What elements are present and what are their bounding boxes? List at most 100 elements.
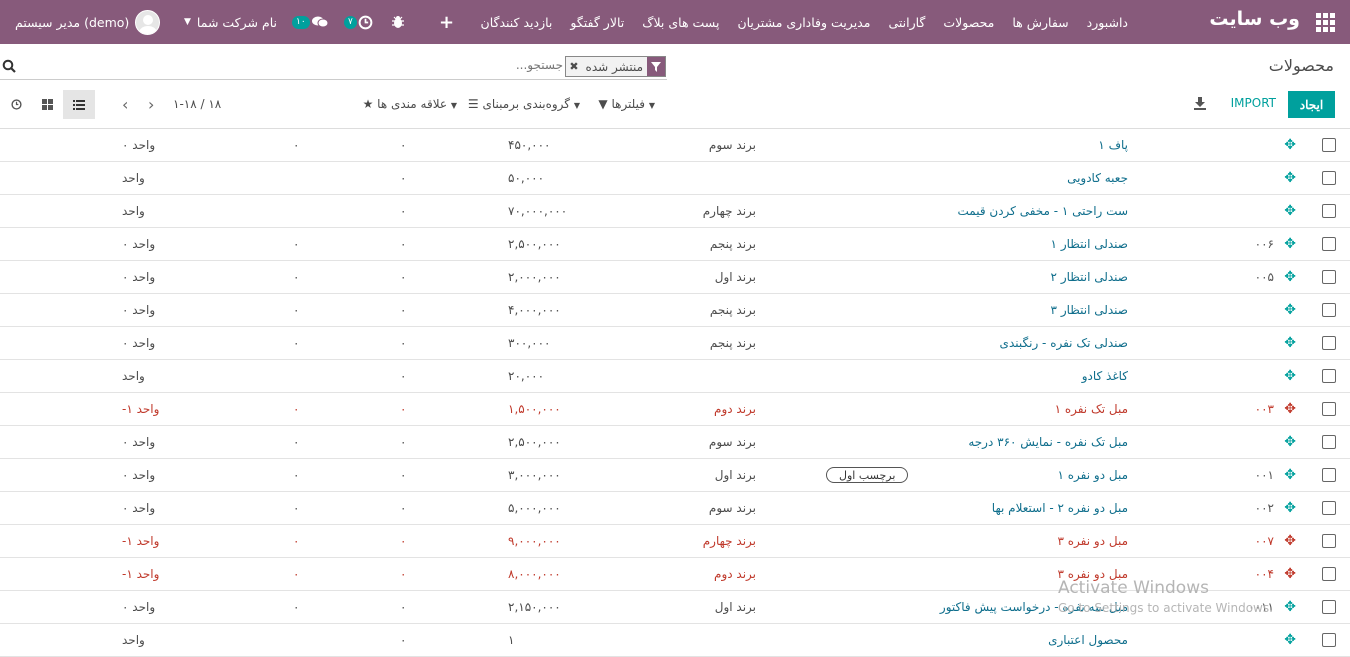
remove-facet-icon[interactable]: ✖ [566, 57, 582, 76]
drag-handle-icon[interactable]: ✥ [1284, 294, 1296, 326]
forecast-quantity: ۰ واحد [122, 270, 156, 284]
search-input[interactable] [423, 58, 563, 72]
pager-value[interactable]: ۱-۱۸ / ۱۸ [173, 97, 221, 111]
table-row[interactable]: ✥ مبل تک نفره - نمایش ۳۶۰ درجه برند سوم ۲,۵… [0, 426, 1350, 459]
drag-handle-icon[interactable]: ✥ [1284, 228, 1296, 260]
app-brand[interactable]: وب سایت [1209, 8, 1300, 30]
menu-item-forum[interactable]: تالار گفتگو [561, 15, 633, 30]
favorites-dropdown[interactable]: ★ علاقه مندی ها ▼ [363, 97, 460, 111]
drag-handle-icon[interactable]: ✥ [1284, 129, 1296, 161]
quantity-on-hand: ۰ [293, 468, 300, 482]
user-menu[interactable]: مدیر سیستم (demo) [15, 0, 161, 44]
row-checkbox[interactable] [1322, 369, 1336, 383]
apps-menu-icon[interactable] [1314, 11, 1336, 33]
quantity-on-hand: ۰ [293, 567, 300, 581]
table-row[interactable]: ✥ محصول اعتباری ۱ ۰ واحد [0, 624, 1350, 657]
product-brand: برند سوم [708, 501, 756, 515]
cost: ۰ [400, 270, 407, 284]
drag-handle-icon[interactable]: ✥ [1284, 624, 1296, 656]
menu-item-blog-posts[interactable]: پست های بلاگ [633, 15, 728, 30]
quantity-on-hand: ۰ [293, 270, 300, 284]
forecast-quantity: ۰ واحد [122, 435, 156, 449]
drag-handle-icon[interactable]: ✥ [1284, 525, 1296, 557]
groupby-dropdown[interactable]: ☰ گروه‌بندی برمبنای ▼ [468, 97, 583, 111]
row-checkbox[interactable] [1322, 303, 1336, 317]
row-checkbox[interactable] [1322, 138, 1336, 152]
drag-handle-icon[interactable]: ✥ [1284, 393, 1296, 425]
table-row[interactable]: ✥ ۰۰۳ مبل تک نفره ۱ برند دوم ۱,۵۰۰,۰۰۰ ۰ ۰ -۱ و… [0, 393, 1350, 426]
cost: ۰ [400, 534, 407, 548]
cost: ۰ [400, 435, 407, 449]
drag-handle-icon[interactable]: ✥ [1284, 261, 1296, 293]
product-name: جعبه کادویی [1067, 171, 1128, 185]
table-row[interactable]: ✥ ۰۰۷ مبل دو نفره ۳ برند چهارم ۹,۰۰۰,۰۰۰ ۰ ۰ -۱… [0, 525, 1350, 558]
company-switcher[interactable]: ▼ نام شرکت شما [184, 0, 277, 44]
row-checkbox[interactable] [1322, 204, 1336, 218]
drag-handle-icon[interactable]: ✥ [1284, 558, 1296, 590]
row-checkbox[interactable] [1322, 633, 1336, 647]
filters-dropdown[interactable]: ▼ فیلترها ▼ [598, 97, 658, 111]
plus-icon[interactable]: + [439, 0, 454, 44]
row-checkbox[interactable] [1322, 270, 1336, 284]
row-checkbox[interactable] [1322, 468, 1336, 482]
drag-handle-icon[interactable]: ✥ [1284, 360, 1296, 392]
menu-item-warranty[interactable]: گارانتی [879, 15, 934, 30]
drag-handle-icon[interactable]: ✥ [1284, 195, 1296, 227]
menu-item-orders[interactable]: سفارش ها [1003, 15, 1077, 30]
table-row[interactable]: ✥ کاغذ کادو ۲۰,۰۰۰ ۰ واحد [0, 360, 1350, 393]
drag-handle-icon[interactable]: ✥ [1284, 492, 1296, 524]
drag-handle-icon[interactable]: ✥ [1284, 162, 1296, 194]
drag-handle-icon[interactable]: ✥ [1284, 426, 1296, 458]
import-button[interactable]: IMPORT [1231, 96, 1276, 110]
messaging-menu[interactable]: ۱۰ [292, 0, 329, 44]
pager-prev-icon[interactable]: ‹ [122, 95, 128, 114]
table-row[interactable]: ✥ ست راحتی ۱ - مخفی کردن قیمت برند چهارم ۷۰… [0, 195, 1350, 228]
menu-item-dashboard[interactable]: داشبورد [1078, 15, 1137, 30]
drag-handle-icon[interactable]: ✥ [1284, 327, 1296, 359]
activity-menu[interactable]: ۷ [344, 0, 373, 44]
table-row[interactable]: ✥ پاف ۱ برند سوم ۴۵۰,۰۰۰ ۰ ۰ ۰ واحد [0, 129, 1350, 162]
product-brand: برند پنجم [709, 237, 756, 251]
create-button[interactable]: ایجاد [1288, 91, 1335, 118]
menu-item-products[interactable]: محصولات [934, 15, 1003, 30]
row-checkbox[interactable] [1322, 600, 1336, 614]
pager-next-icon[interactable]: › [148, 95, 154, 114]
menu-item-loyalty[interactable]: مدیریت وفاداری مشتریان [728, 15, 879, 30]
cost: ۰ [400, 633, 407, 647]
row-checkbox[interactable] [1322, 237, 1336, 251]
table-row[interactable]: ✥ ۰۰۲ مبل دو نفره ۲ - استعلام بها برند سوم ۵… [0, 492, 1350, 525]
kanban-view-button[interactable] [31, 90, 63, 119]
table-row[interactable]: ✥ جعبه کادویی ۵۰,۰۰۰ ۰ واحد [0, 162, 1350, 195]
row-checkbox[interactable] [1322, 534, 1336, 548]
menu-item-visitors[interactable]: بازدید کنندگان [472, 15, 562, 30]
drag-handle-icon[interactable]: ✥ [1284, 591, 1296, 623]
row-checkbox[interactable] [1322, 171, 1336, 185]
activity-view-button[interactable] [0, 90, 32, 119]
row-checkbox[interactable] [1322, 567, 1336, 581]
row-checkbox[interactable] [1322, 501, 1336, 515]
list-view-button[interactable] [63, 90, 95, 119]
table-row[interactable]: ✥ ۰۰۱ مبل دو نفره ۱ برچسب اول برند اول ۳,۰۰۰,… [0, 459, 1350, 492]
table-row[interactable]: ✥ ۰۰۴ مبل دو نفره ۳ برند دوم ۸,۰۰۰,۰۰۰ ۰ ۰ -۱ و… [0, 558, 1350, 591]
table-row[interactable]: ✥ ۰۰۱۱ مبل سه نفره - درخواست پیش فاکتور برن… [0, 591, 1350, 624]
search-icon[interactable] [2, 59, 16, 77]
drag-handle-icon[interactable]: ✥ [1284, 459, 1296, 491]
forecast-quantity: -۱ واحد [122, 534, 160, 548]
product-tag: برچسب اول [826, 467, 909, 483]
cost: ۰ [400, 171, 407, 185]
row-checkbox[interactable] [1322, 435, 1336, 449]
bug-icon[interactable] [391, 0, 405, 44]
download-icon[interactable] [1193, 96, 1207, 110]
row-checkbox[interactable] [1322, 402, 1336, 416]
sales-price: ۲,۵۰۰,۰۰۰ [508, 435, 561, 449]
user-name: مدیر سیستم (demo) [15, 14, 130, 30]
table-row[interactable]: ✥ صندلی تک نفره - رنگبندی برند پنجم ۳۰۰,۰۰۰… [0, 327, 1350, 360]
caret-down-icon: ▼ [648, 101, 655, 110]
row-checkbox[interactable] [1322, 336, 1336, 350]
table-row[interactable]: ✥ صندلی انتظار ۳ برند پنجم ۴,۰۰۰,۰۰۰ ۰ ۰ ۰ واح… [0, 294, 1350, 327]
facet-value: منتشر شده [581, 57, 647, 76]
quantity-on-hand: ۰ [293, 402, 300, 416]
table-row[interactable]: ✥ ۰۰۵ صندلی انتظار ۲ برند اول ۲,۰۰۰,۰۰۰ ۰ ۰ ۰ و… [0, 261, 1350, 294]
caret-down-icon: ▼ [450, 101, 457, 110]
table-row[interactable]: ✥ ۰۰۶ صندلی انتظار ۱ برند پنجم ۲,۵۰۰,۰۰۰ ۰ ۰ ۰ … [0, 228, 1350, 261]
